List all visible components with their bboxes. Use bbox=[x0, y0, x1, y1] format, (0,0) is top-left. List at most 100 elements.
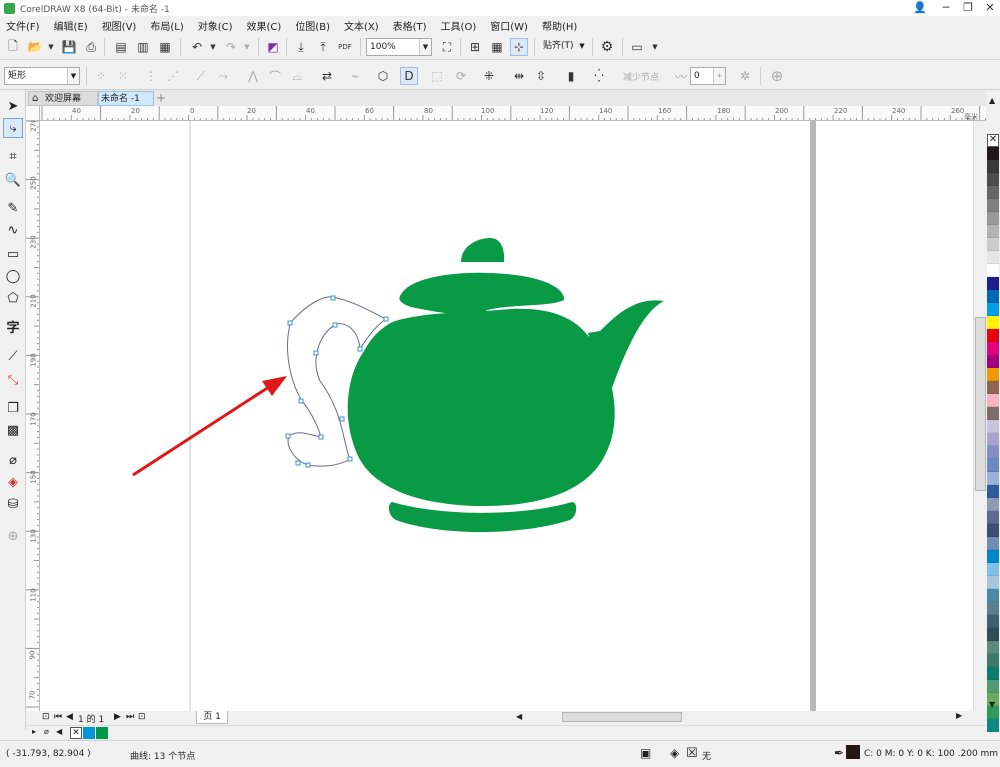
palette-swatch[interactable] bbox=[987, 303, 999, 316]
menu-layout[interactable]: 布局(L) bbox=[150, 18, 183, 33]
palette-swatch[interactable] bbox=[987, 615, 999, 628]
object-type-combo[interactable]: 矩形 ▼ bbox=[4, 67, 80, 85]
palette-swatch[interactable] bbox=[987, 550, 999, 563]
freehand-tool-icon[interactable]: ✎ bbox=[3, 198, 23, 218]
show-grid-icon[interactable]: ▦ bbox=[488, 38, 506, 56]
palette-scroll-left-icon[interactable]: ◀ bbox=[56, 727, 62, 736]
quick-customize-icon[interactable]: ⊕ bbox=[768, 67, 786, 85]
palette-swatch[interactable] bbox=[987, 407, 999, 420]
palette-swatch[interactable] bbox=[987, 446, 999, 459]
menu-edit[interactable]: 编辑(E) bbox=[54, 18, 88, 33]
palette-swatch[interactable] bbox=[987, 576, 999, 589]
drawing-canvas[interactable] bbox=[40, 121, 973, 711]
horizontal-scrollbar[interactable]: ▶ bbox=[530, 711, 973, 724]
curve-smoothness-input[interactable]: 0 + bbox=[690, 67, 726, 85]
palette-swatch[interactable] bbox=[987, 160, 999, 173]
reduce-nodes-button[interactable]: 减少节点 bbox=[616, 67, 666, 85]
polygon-tool-icon[interactable]: ⬠ bbox=[3, 288, 23, 308]
menu-bitmaps[interactable]: 位图(B) bbox=[295, 18, 330, 33]
zoom-level-combo[interactable]: 100% ▼ bbox=[366, 38, 432, 56]
ellipse-tool-icon[interactable]: ◯ bbox=[3, 266, 23, 286]
palette-swatch[interactable] bbox=[987, 212, 999, 225]
first-page-icon[interactable]: ⏮ bbox=[54, 712, 62, 722]
menu-window[interactable]: 窗口(W) bbox=[490, 18, 528, 33]
curve-node[interactable] bbox=[357, 346, 363, 352]
add-page-after-icon[interactable]: ⊡ bbox=[138, 712, 146, 722]
join-nodes-icon[interactable]: ⋮ bbox=[142, 67, 160, 85]
reverse-direction-icon[interactable]: ⇄ bbox=[318, 67, 336, 85]
text-tool-icon[interactable]: 字 bbox=[3, 316, 23, 336]
cusp-node-icon[interactable]: ⋀ bbox=[244, 67, 262, 85]
app-launcher-icon[interactable]: ▭ bbox=[628, 38, 646, 56]
close-curve-icon[interactable]: D bbox=[400, 67, 418, 85]
outline-color-swatch[interactable] bbox=[846, 745, 860, 759]
options-gear-icon[interactable]: ⚙ bbox=[598, 38, 616, 56]
curve-node[interactable] bbox=[330, 295, 336, 301]
curve-node[interactable] bbox=[383, 316, 389, 322]
palette-swatch[interactable] bbox=[987, 641, 999, 654]
palette-swatch[interactable] bbox=[987, 251, 999, 264]
palette-swatch[interactable] bbox=[987, 186, 999, 199]
shape-tool-icon[interactable]: ⤷ bbox=[3, 118, 23, 138]
page-tab-1[interactable]: 页 1 bbox=[196, 711, 228, 724]
crop-tool-icon[interactable]: ⌗ bbox=[3, 146, 23, 166]
mirror-horizontal-icon[interactable]: ⇹ bbox=[510, 67, 528, 85]
print-icon[interactable]: ⎙ bbox=[82, 38, 100, 56]
palette-scroll-up-icon[interactable]: ▲ bbox=[989, 96, 995, 105]
open-dropdown-icon[interactable]: ▼ bbox=[42, 38, 60, 56]
menu-text[interactable]: 文本(X) bbox=[344, 18, 379, 33]
palette-swatch[interactable] bbox=[987, 277, 999, 290]
search-content-icon[interactable]: ◩ bbox=[264, 38, 282, 56]
redo-dropdown-icon[interactable]: ▼ bbox=[238, 38, 256, 56]
curve-node[interactable] bbox=[298, 398, 304, 404]
palette-swatch[interactable] bbox=[987, 147, 999, 160]
import-icon[interactable]: ⤓ bbox=[292, 38, 310, 56]
palette-swatch[interactable] bbox=[987, 680, 999, 693]
teapot-base[interactable] bbox=[388, 502, 577, 532]
artistic-media-tool-icon[interactable]: ∿ bbox=[3, 220, 23, 240]
palette-swatch[interactable] bbox=[987, 511, 999, 524]
menu-effects[interactable]: 效果(C) bbox=[247, 18, 282, 33]
palette-swatch[interactable] bbox=[987, 472, 999, 485]
menu-help[interactable]: 帮助(H) bbox=[542, 18, 577, 33]
tab-welcome-screen[interactable]: ⌂ 欢迎屏幕 bbox=[28, 91, 98, 106]
smart-fill-icon[interactable]: ⛁ bbox=[3, 494, 23, 514]
palette-swatch[interactable] bbox=[987, 355, 999, 368]
palette-swatch[interactable] bbox=[987, 719, 999, 732]
curve-node[interactable] bbox=[339, 416, 345, 422]
show-rulers-icon[interactable]: ⊞ bbox=[466, 38, 484, 56]
doc-no-color-swatch[interactable]: ✕ bbox=[70, 727, 82, 739]
publish-pdf-icon[interactable]: PDF bbox=[336, 38, 354, 56]
rotate-nodes-icon[interactable]: ⟳ bbox=[452, 67, 470, 85]
palette-swatch[interactable] bbox=[987, 173, 999, 186]
palette-swatch[interactable] bbox=[987, 485, 999, 498]
paste-icon[interactable]: ▦ bbox=[156, 38, 174, 56]
profile-icon[interactable]: 👤 bbox=[906, 0, 934, 16]
ruler-origin[interactable] bbox=[26, 106, 40, 121]
drop-shadow-tool-icon[interactable]: ❐ bbox=[3, 398, 23, 418]
stretch-nodes-icon[interactable]: ⬚ bbox=[428, 67, 446, 85]
palette-swatch[interactable] bbox=[987, 368, 999, 381]
new-tab-button[interactable]: + bbox=[154, 91, 168, 106]
curve-node[interactable] bbox=[318, 434, 324, 440]
palette-swatch[interactable] bbox=[987, 225, 999, 238]
elastic-mode-icon[interactable]: ▮ bbox=[562, 67, 580, 85]
curve-smoothness-icon[interactable]: 〰 bbox=[672, 67, 690, 85]
palette-swatch[interactable] bbox=[987, 563, 999, 576]
outline-pen-icon[interactable]: ✒ bbox=[834, 746, 844, 760]
palette-swatch[interactable] bbox=[987, 524, 999, 537]
palette-scroll-down-icon[interactable]: ▼ bbox=[989, 700, 995, 709]
transparency-tool-icon[interactable]: ▩ bbox=[3, 420, 23, 440]
palette-swatch[interactable] bbox=[987, 628, 999, 641]
add-tool-icon[interactable]: ⊕ bbox=[3, 526, 23, 546]
new-document-icon[interactable]: 🗋 bbox=[4, 38, 22, 56]
palette-swatch[interactable] bbox=[987, 381, 999, 394]
no-fill-icon[interactable]: ☒ bbox=[686, 746, 698, 761]
doc-palette-swatch[interactable] bbox=[96, 727, 108, 739]
horizontal-ruler[interactable]: 40 20 0 20 40 60 80 100 120 140 160 180 … bbox=[40, 106, 986, 121]
palette-swatch[interactable] bbox=[987, 290, 999, 303]
app-launcher-dropdown-icon[interactable]: ▼ bbox=[646, 38, 664, 56]
curve-node[interactable] bbox=[332, 322, 338, 328]
eyedropper-icon[interactable]: ⌀ bbox=[44, 727, 49, 736]
palette-swatch[interactable] bbox=[987, 420, 999, 433]
